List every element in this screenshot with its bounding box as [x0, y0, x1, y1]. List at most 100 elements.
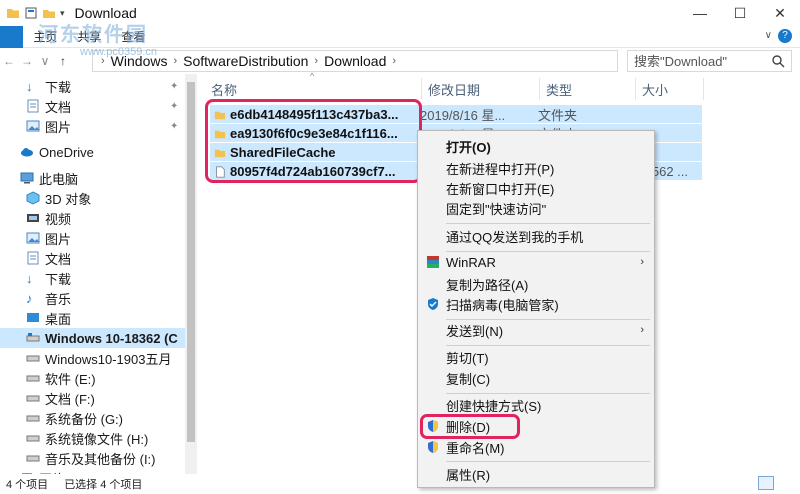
- menu-item-send-qq[interactable]: 通过QQ发送到我的手机: [418, 225, 654, 247]
- nav-item-videos[interactable]: 视频: [0, 208, 185, 228]
- tab-view[interactable]: 查看: [111, 28, 155, 45]
- breadcrumb-softwaredistribution[interactable]: SoftwareDistribution: [183, 53, 308, 69]
- video-icon: [27, 214, 39, 222]
- pin-icon[interactable]: ✦: [170, 121, 178, 132]
- nav-item-downloads[interactable]: ↓ 下载: [0, 268, 185, 288]
- nav-item-label: 视频: [45, 211, 72, 227]
- menu-item-open-new-window[interactable]: 在新窗口中打开(E): [418, 177, 654, 199]
- menu-item-open[interactable]: 打开(O): [418, 135, 654, 157]
- nav-item-drive-i[interactable]: 音乐及其他备份 (I:): [0, 448, 185, 468]
- view-switcher: [758, 476, 792, 490]
- scrollbar-thumb[interactable]: [187, 82, 195, 442]
- search-box[interactable]: [627, 50, 792, 72]
- menu-item-copy[interactable]: 复制(C): [418, 367, 654, 389]
- chevron-right-icon[interactable]: ›: [314, 55, 318, 67]
- details-view-icon[interactable]: [758, 476, 774, 490]
- menu-item-copy-as-path[interactable]: 复制为路径(A): [418, 273, 654, 295]
- recent-locations-icon[interactable]: ∨: [36, 54, 54, 68]
- nav-item-drive-c[interactable]: Windows 10-18362 (C: [0, 328, 185, 348]
- chevron-right-icon: ›: [101, 55, 105, 67]
- column-header-type[interactable]: 类型: [540, 78, 636, 100]
- tab-file[interactable]: [0, 25, 24, 48]
- address-bar[interactable]: › Windows › SoftwareDistribution › Downl…: [92, 50, 618, 72]
- nav-item-label: Windows10-1903五月: [45, 351, 172, 367]
- menu-item-send-to[interactable]: 发送到(N) ›: [418, 319, 654, 341]
- nav-item-documents[interactable]: 文档: [0, 248, 185, 268]
- status-bar: 4 个项目 已选择 4 个项目: [0, 474, 800, 494]
- menu-item-label: WinRAR: [446, 254, 496, 270]
- quick-access-dropdown-icon[interactable]: ▾: [60, 8, 65, 19]
- drive-icon: [26, 375, 40, 382]
- menu-item-create-shortcut[interactable]: 创建快捷方式(S): [418, 394, 654, 416]
- menu-item-pin-quick-access[interactable]: 固定到"快速访问": [418, 197, 654, 219]
- column-header-date[interactable]: 修改日期: [422, 78, 540, 100]
- nav-item-label: 下载: [45, 79, 72, 95]
- folder-icon: [7, 9, 19, 18]
- nav-item-quick-documents[interactable]: 文档 ✦: [0, 96, 185, 116]
- nav-item-quick-downloads[interactable]: ↓ 下载 ✦: [0, 76, 185, 96]
- nav-item-drive-f[interactable]: 文档 (F:): [0, 388, 185, 408]
- ribbon-tabs: 主页 共享 查看 ∨ ?: [0, 25, 800, 48]
- nav-item-drive-g[interactable]: 系统备份 (G:): [0, 408, 185, 428]
- navigation-pane: ↓ 下载 ✦ 文档 ✦ 图片 ✦ OneDrive 此电脑 3D 对象 视频 图…: [0, 74, 185, 474]
- tab-share[interactable]: 共享: [67, 28, 111, 45]
- large-icons-view-icon[interactable]: [776, 476, 792, 490]
- selected-count: 已选择 4 个项目: [64, 479, 143, 491]
- nav-item-drive-d[interactable]: Windows10-1903五月: [0, 348, 185, 368]
- nav-item-label: 下载: [45, 271, 72, 287]
- properties-icon[interactable]: [24, 6, 38, 20]
- nav-item-label: 桌面: [45, 311, 72, 327]
- cloud-icon: [21, 148, 33, 157]
- nav-item-pictures[interactable]: 图片: [0, 228, 185, 248]
- menu-item-rename[interactable]: 重命名(M): [418, 436, 654, 458]
- nav-item-label: 文档: [45, 99, 72, 115]
- nav-item-label: 软件 (E:): [45, 371, 96, 387]
- ribbon-expand-icon[interactable]: ∨: [765, 30, 772, 41]
- back-arrow-icon[interactable]: ←: [0, 54, 18, 68]
- column-header-name[interactable]: 名称: [205, 78, 422, 100]
- nav-item-label: 3D 对象: [45, 191, 92, 207]
- tab-home[interactable]: 主页: [23, 28, 67, 45]
- windows-drive-icon: [26, 333, 40, 342]
- nav-item-music[interactable]: ♪ 音乐: [0, 288, 185, 308]
- chevron-right-icon[interactable]: ›: [173, 55, 177, 67]
- nav-item-label: Windows 10-18362 (C: [45, 330, 178, 346]
- minimize-button[interactable]: —: [680, 0, 720, 26]
- close-button[interactable]: ✕: [760, 0, 800, 26]
- nav-item-label: 此电脑: [39, 171, 79, 187]
- winrar-icon: [427, 256, 439, 268]
- menu-item-cut[interactable]: 剪切(T): [418, 346, 654, 368]
- menu-item-scan-virus[interactable]: 扫描病毒(电脑管家): [418, 293, 654, 315]
- column-header-size[interactable]: 大小: [636, 78, 704, 100]
- nav-pane-scrollbar[interactable]: [185, 74, 197, 474]
- pin-icon[interactable]: ✦: [170, 81, 178, 92]
- up-arrow-icon[interactable]: ↑: [54, 54, 72, 68]
- nav-item-label: OneDrive: [39, 144, 94, 160]
- nav-item-this-pc[interactable]: 此电脑: [0, 168, 185, 188]
- menu-item-winrar[interactable]: WinRAR ›: [418, 251, 654, 273]
- music-icon: ♪: [26, 291, 33, 306]
- nav-item-drive-h[interactable]: 系统镜像文件 (H:): [0, 428, 185, 448]
- search-input[interactable]: [634, 53, 764, 69]
- nav-item-desktop[interactable]: 桌面: [0, 308, 185, 328]
- nav-item-drive-e[interactable]: 软件 (E:): [0, 368, 185, 388]
- submenu-arrow-icon: ›: [640, 256, 644, 268]
- menu-item-label: 重命名(M): [446, 440, 505, 456]
- menu-separator: [446, 223, 650, 224]
- help-icon[interactable]: ?: [778, 29, 792, 43]
- chevron-right-icon[interactable]: ›: [392, 55, 396, 67]
- search-icon[interactable]: [771, 54, 785, 68]
- menu-item-open-new-process[interactable]: 在新进程中打开(P): [418, 157, 654, 179]
- forward-arrow-icon[interactable]: →: [18, 54, 36, 68]
- drive-icon: [26, 435, 40, 442]
- maximize-button[interactable]: ☐: [720, 0, 760, 26]
- breadcrumb-windows[interactable]: Windows: [111, 53, 168, 69]
- nav-item-onedrive[interactable]: OneDrive: [0, 142, 185, 162]
- nav-item-quick-pictures[interactable]: 图片 ✦: [0, 116, 185, 136]
- pin-icon[interactable]: ✦: [170, 101, 178, 112]
- nav-item-label: 音乐: [45, 291, 72, 307]
- breadcrumb-download[interactable]: Download: [324, 53, 386, 69]
- new-folder-icon[interactable]: [42, 6, 56, 20]
- nav-item-3d-objects[interactable]: 3D 对象: [0, 188, 185, 208]
- download-arrow-icon: ↓: [26, 271, 33, 286]
